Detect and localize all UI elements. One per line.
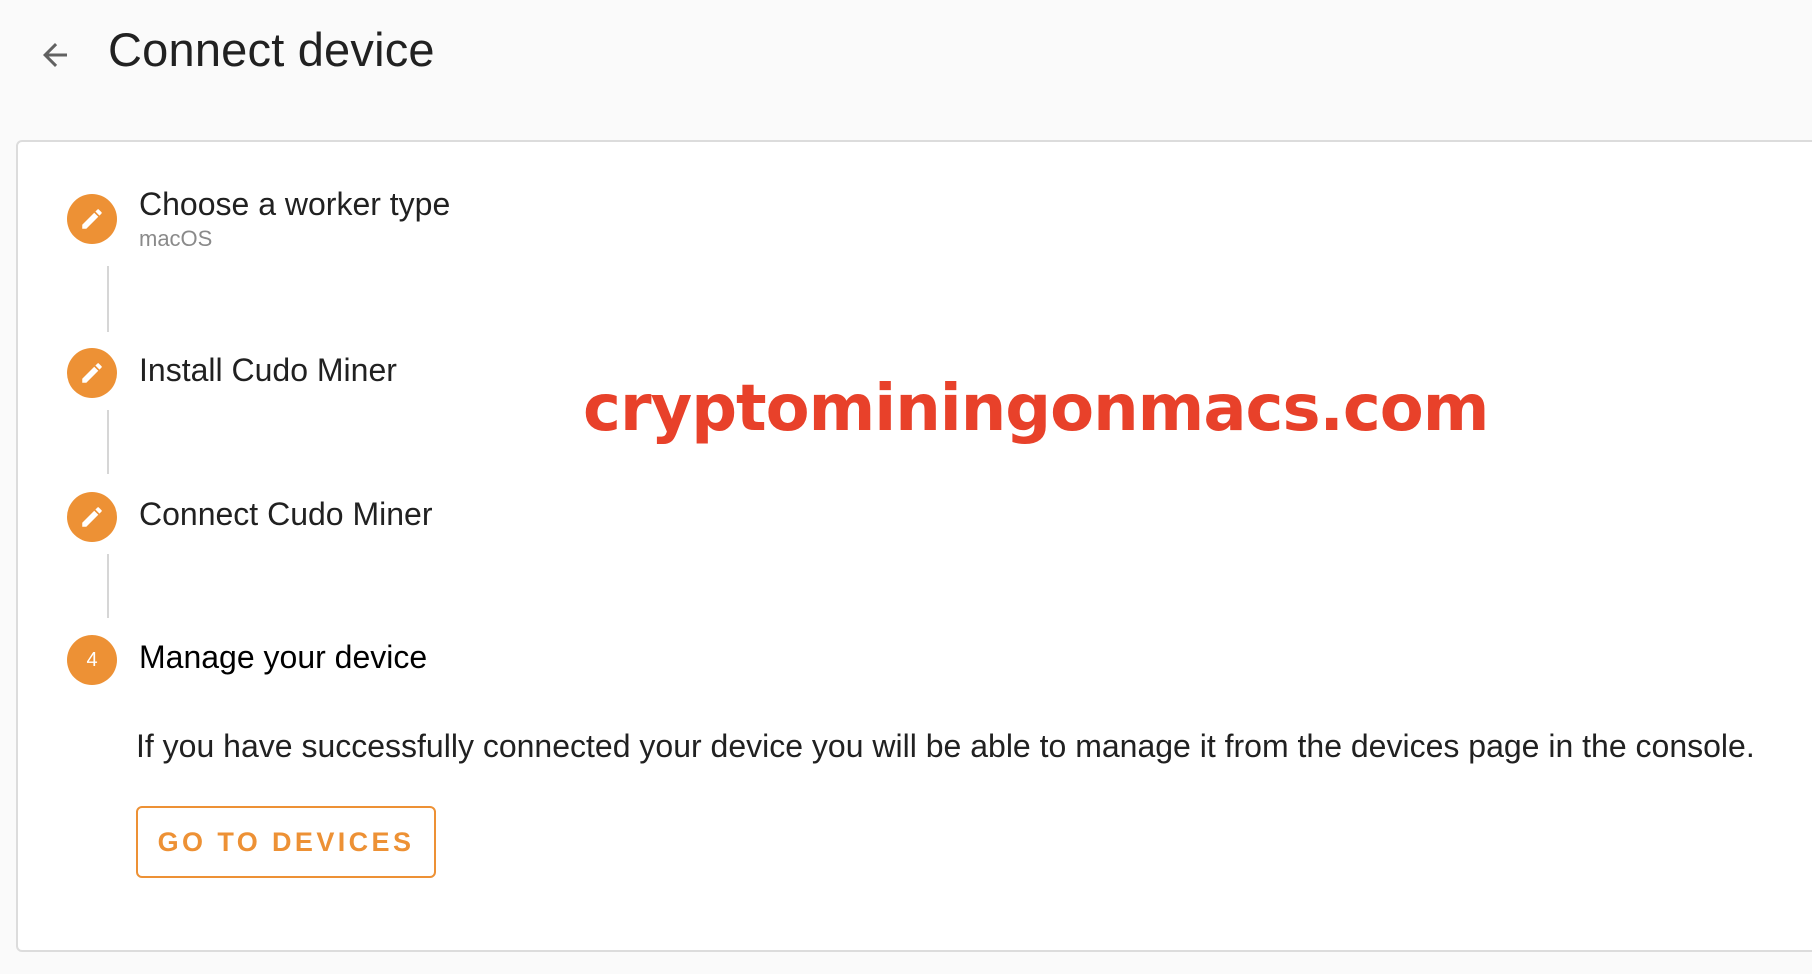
- page-header: Connect device: [0, 0, 1812, 110]
- step-3-pencil-icon[interactable]: [67, 492, 117, 542]
- step-connector: [107, 266, 109, 332]
- step-2-label[interactable]: Install Cudo Miner: [139, 352, 397, 389]
- page-title: Connect device: [108, 23, 435, 76]
- step-4-number-badge: 4: [67, 635, 117, 685]
- step-2-pencil-icon[interactable]: [67, 348, 117, 398]
- watermark-text: cryptominingonmacs.com: [583, 372, 1489, 446]
- step-description: If you have successfully connected your …: [136, 728, 1755, 764]
- go-to-devices-button[interactable]: GO TO DEVICES: [136, 806, 436, 878]
- back-button[interactable]: [30, 30, 80, 80]
- step-connector: [107, 410, 109, 474]
- step-3-label[interactable]: Connect Cudo Miner: [139, 496, 432, 533]
- step-1-pencil-icon[interactable]: [67, 194, 117, 244]
- step-1-label[interactable]: Choose a worker type: [139, 186, 450, 223]
- arrow-left-icon: [43, 43, 67, 67]
- step-connector: [107, 554, 109, 618]
- step-4-label: Manage your device: [139, 639, 428, 675]
- step-1-sublabel: macOS: [139, 226, 213, 251]
